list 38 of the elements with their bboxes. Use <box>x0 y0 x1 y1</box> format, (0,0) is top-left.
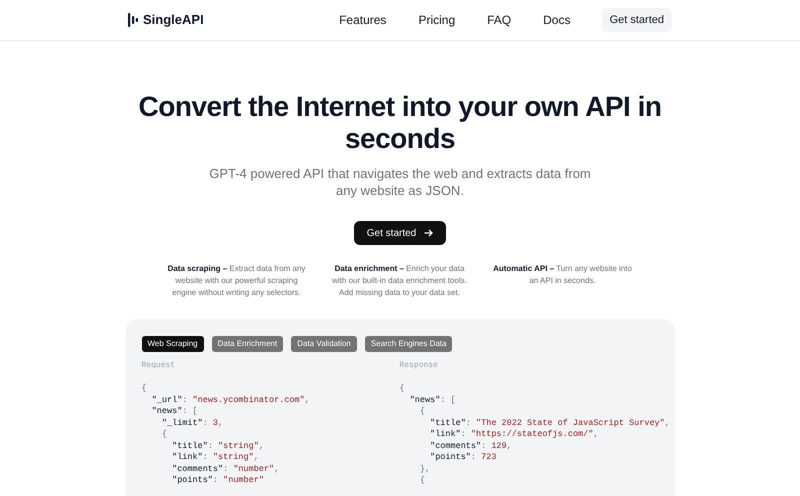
code-line: "news": [ <box>150 406 198 418</box>
demo-tab[interactable]: Data Enrichment <box>212 336 284 352</box>
code-line: "_url": "news.ycombinator.com", <box>150 394 310 406</box>
code-line: "link": "string", <box>171 452 259 464</box>
code-line: { <box>418 475 426 486</box>
demo-tab[interactable]: Search Engines Data <box>364 336 452 352</box>
code-line: { <box>142 383 147 394</box>
code-line: "title": "string", <box>171 440 264 452</box>
arrow-right-icon <box>424 229 434 237</box>
feature-description: Data enrichment – Enrich your data with our built-in data enrichment tools. Add missing data to your data set. <box>331 263 468 299</box>
code-line: "points": 723 <box>429 452 496 464</box>
nav-link[interactable]: Pricing <box>414 11 460 29</box>
pane-label: Request <box>142 360 176 372</box>
brand-name[interactable]: SingleAPI <box>143 10 204 30</box>
pane-label: Response <box>400 360 438 372</box>
code-line: }, <box>418 464 430 475</box>
code-line: "_limit": 3, <box>160 418 224 429</box>
code-line: "title": "The 2022 State of JavaScript Survey", <box>429 418 670 429</box>
demo-tab[interactable]: Data Validation <box>291 336 357 352</box>
demo-tab[interactable]: Web Scraping <box>142 336 204 352</box>
feature-description: Automatic API – Turn any website into an API in seconds. <box>492 263 633 287</box>
code-line: { <box>160 429 168 440</box>
hero-subtitle: GPT-4 powered API that navigates the web and extracts data from any website as JSON. <box>208 165 592 199</box>
hero-title: Convert the Internet into your own API in seconds <box>138 91 662 155</box>
code-line: "comments": 129, <box>429 440 512 452</box>
code-line: { <box>418 406 426 418</box>
logo-icon <box>128 13 138 27</box>
code-line: "comments": "number", <box>171 464 280 475</box>
code-line: "news": [ <box>408 394 456 406</box>
get-started-button[interactable]: Get started <box>602 8 672 32</box>
nav-link[interactable]: FAQ <box>483 11 516 29</box>
feature-description: Data scraping – Extract data from any website with our powerful scraping engine without writing any selectors. <box>166 263 306 299</box>
get-started-button[interactable]: Get started <box>354 221 446 245</box>
nav-link[interactable]: Features <box>335 11 390 29</box>
code-line: "link": "https://stateofjs.com/", <box>429 429 598 440</box>
nav-link[interactable]: Docs <box>539 11 574 29</box>
code-line: { <box>400 383 405 394</box>
code-line: "points": "number" <box>171 475 264 486</box>
